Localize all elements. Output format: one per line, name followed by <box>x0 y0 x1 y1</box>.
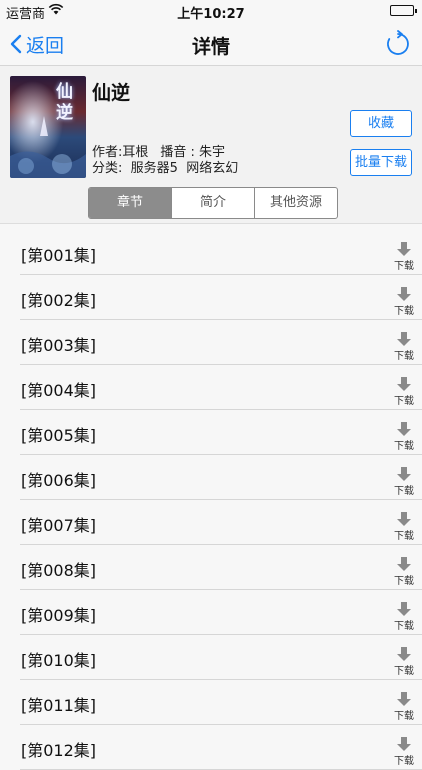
download-button[interactable]: 下载 <box>392 511 416 543</box>
status-bar: 运营商 上午10:27 <box>0 0 422 22</box>
download-icon <box>397 647 411 661</box>
list-item[interactable]: [第008集] 下载 <box>0 545 422 590</box>
list-item[interactable]: [第009集] 下载 <box>0 590 422 635</box>
download-button[interactable]: 下载 <box>392 556 416 588</box>
chapter-title: [第006集] <box>21 471 97 490</box>
download-label: 下载 <box>394 621 414 632</box>
download-label: 下载 <box>394 531 414 542</box>
list-item[interactable]: [第010集] 下载 <box>0 635 422 680</box>
download-label: 下载 <box>394 711 414 722</box>
download-label: 下载 <box>394 351 414 362</box>
list-item[interactable]: [第006集] 下载 <box>0 455 422 500</box>
download-icon <box>397 422 411 436</box>
segmented-control: 章节 简介 其他资源 <box>88 187 338 219</box>
refresh-icon <box>387 30 409 55</box>
download-button[interactable]: 下载 <box>392 241 416 273</box>
genre: 网络玄幻 <box>186 161 239 176</box>
list-item[interactable]: [第001集] 下载 <box>0 230 422 275</box>
download-label: 下载 <box>394 576 414 587</box>
download-button[interactable]: 下载 <box>392 601 416 633</box>
server: 服务器5 <box>130 161 178 176</box>
download-button[interactable]: 下载 <box>392 736 416 768</box>
chapter-title: [第005集] <box>21 426 97 445</box>
download-icon <box>397 692 411 706</box>
download-icon <box>397 287 411 301</box>
download-icon <box>397 557 411 571</box>
chapter-title: [第008集] <box>21 561 97 580</box>
list-item[interactable]: [第012集] 下载 <box>0 725 422 770</box>
chapter-title: [第009集] <box>21 606 97 625</box>
chapter-title: [第011集] <box>21 696 97 715</box>
download-button[interactable]: 下载 <box>392 376 416 408</box>
list-item[interactable]: [第005集] 下载 <box>0 410 422 455</box>
cover-title-text: 仙逆 <box>52 82 72 124</box>
download-button[interactable]: 下载 <box>392 286 416 318</box>
download-button[interactable]: 下载 <box>392 646 416 678</box>
chapter-title: [第001集] <box>21 246 97 265</box>
book-cover: 仙逆 <box>10 76 86 178</box>
tab-other-resources[interactable]: 其他资源 <box>254 188 337 218</box>
download-icon <box>397 242 411 256</box>
download-button[interactable]: 下载 <box>392 421 416 453</box>
navigation-bar: 返回 详情 <box>0 22 422 66</box>
download-label: 下载 <box>394 261 414 272</box>
chapter-title: [第007集] <box>21 516 97 535</box>
chapter-title: [第003集] <box>21 336 97 355</box>
list-item[interactable]: [第002集] 下载 <box>0 275 422 320</box>
download-icon <box>397 467 411 481</box>
book-title: 仙逆 <box>92 82 131 104</box>
download-icon <box>397 602 411 616</box>
page-title: 详情 <box>191 36 230 58</box>
download-label: 下载 <box>394 756 414 767</box>
download-label: 下载 <box>394 396 414 407</box>
battery-icon <box>390 5 417 16</box>
list-item[interactable]: [第004集] 下载 <box>0 365 422 410</box>
download-label: 下载 <box>394 666 414 677</box>
download-label: 下载 <box>394 486 414 497</box>
chapter-title: [第004集] <box>21 381 97 400</box>
list-item[interactable]: [第007集] 下载 <box>0 500 422 545</box>
refresh-button[interactable] <box>384 30 412 58</box>
book-detail-header: 仙逆 仙逆 作者:耳根 播音 : 朱宇 分类: 服务器5 网络玄幻 收藏 批量下载… <box>0 66 422 224</box>
download-icon <box>397 332 411 346</box>
chapter-title: [第010集] <box>21 651 97 670</box>
download-button[interactable]: 下载 <box>392 691 416 723</box>
batch-download-button[interactable]: 批量下载 <box>350 149 412 176</box>
chapter-title: [第012集] <box>21 741 97 760</box>
list-item[interactable]: [第003集] 下载 <box>0 320 422 365</box>
download-button[interactable]: 下载 <box>392 331 416 363</box>
list-item[interactable]: [第011集] 下载 <box>0 680 422 725</box>
download-label: 下载 <box>394 306 414 317</box>
chapter-list: [第001集] 下载 [第002集] 下载 [第003集] 下载 [第004集]… <box>0 230 422 770</box>
download-label: 下载 <box>394 441 414 452</box>
favorite-button[interactable]: 收藏 <box>350 110 412 137</box>
download-icon <box>397 377 411 391</box>
download-button[interactable]: 下载 <box>392 466 416 498</box>
tab-chapters[interactable]: 章节 <box>89 188 171 218</box>
category-line: 分类: 服务器5 网络玄幻 <box>92 157 238 176</box>
tab-synopsis[interactable]: 简介 <box>171 188 254 218</box>
download-icon <box>397 512 411 526</box>
category-label: 分类: <box>92 161 123 176</box>
chapter-title: [第002集] <box>21 291 97 310</box>
clock: 上午10:27 <box>177 7 245 22</box>
